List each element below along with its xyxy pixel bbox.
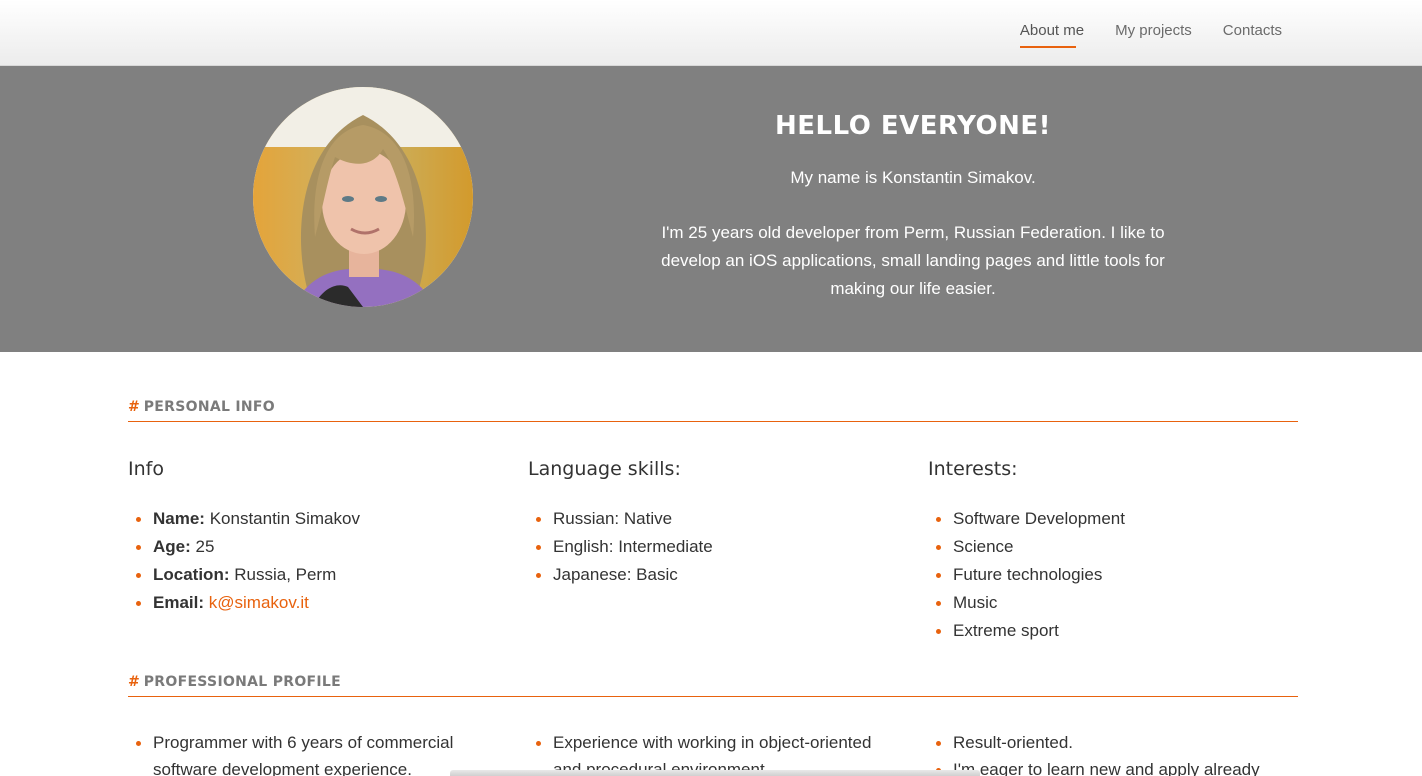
info-heading: Info	[128, 458, 164, 480]
list-item: Japanese: Basic	[528, 561, 898, 589]
list-item: Russian: Native	[528, 505, 898, 533]
profile-list-2: Experience with working in object-orient…	[528, 729, 898, 776]
section-title-personal-info: PERSONAL INFO	[143, 399, 275, 415]
name-label: Name:	[153, 509, 205, 528]
interests-list: Software Development Science Future tech…	[928, 505, 1298, 645]
profile-photo-image	[253, 87, 473, 307]
hash-icon: #	[128, 674, 140, 690]
list-item: Future technologies	[928, 561, 1298, 589]
nav-about-me[interactable]: About me	[1019, 22, 1084, 48]
language-skills-heading: Language skills:	[528, 458, 681, 480]
age-label: Age:	[153, 537, 191, 556]
list-item: Software Development	[928, 505, 1298, 533]
nav-contacts[interactable]: Contacts	[1223, 22, 1282, 48]
name-value: Konstantin Simakov	[209, 509, 360, 528]
top-nav: About me My projects Contacts	[0, 0, 1422, 66]
info-column: Info Name: Konstantin Simakov Age: 25 Lo…	[128, 457, 498, 617]
list-item: Name: Konstantin Simakov	[128, 505, 498, 533]
nav-my-projects[interactable]: My projects	[1115, 22, 1192, 48]
list-item: Extreme sport	[928, 617, 1298, 645]
profile-list-3: Result-oriented. I'm eager to learn new …	[928, 729, 1298, 776]
location-value: Russia, Perm	[234, 565, 337, 584]
bottom-overlay-bar	[450, 770, 980, 776]
hero-bio: I'm 25 years old developer from Perm, Ru…	[661, 223, 1165, 298]
list-item: Location: Russia, Perm	[128, 561, 498, 589]
profile-column-3: Result-oriented. I'm eager to learn new …	[928, 729, 1298, 776]
list-item: Music	[928, 589, 1298, 617]
email-link[interactable]: k@simakov.it	[209, 593, 309, 612]
interests-column: Interests: Software Development Science …	[928, 457, 1298, 645]
personal-info-header: # PERSONAL INFO	[128, 398, 1298, 422]
nav-links: About me My projects Contacts	[1019, 22, 1282, 48]
hero-intro: My name is Konstantin Simakov.	[790, 168, 1036, 187]
email-label: Email:	[153, 593, 205, 612]
list-item: English: Intermediate	[528, 533, 898, 561]
profile-column-2: Experience with working in object-orient…	[528, 729, 898, 776]
list-item: I'm eager to learn new and apply already	[928, 756, 1298, 776]
age-value: 25	[195, 537, 215, 556]
list-item: Email: k@simakov.it	[128, 589, 498, 617]
list-item: Science	[928, 533, 1298, 561]
hash-icon: #	[128, 399, 140, 415]
list-item: Result-oriented.	[928, 729, 1298, 756]
section-title-professional-profile: PROFESSIONAL PROFILE	[143, 674, 341, 690]
location-label: Location:	[153, 565, 230, 584]
list-item: Age: 25	[128, 533, 498, 561]
hero-banner: HELLO EVERYONE! My name is Konstantin Si…	[0, 66, 1422, 352]
info-list: Name: Konstantin Simakov Age: 25 Locatio…	[128, 505, 498, 617]
profile-column-1: Programmer with 6 years of commercial so…	[128, 729, 488, 776]
professional-profile-header: # PROFESSIONAL PROFILE	[128, 673, 1298, 697]
hero-title: HELLO EVERYONE!	[774, 111, 1051, 141]
interests-heading: Interests:	[928, 458, 1018, 480]
list-item: Programmer with 6 years of commercial so…	[128, 729, 488, 776]
language-list: Russian: Native English: Intermediate Ja…	[528, 505, 898, 589]
hero-text: HELLO EVERYONE! My name is Konstantin Si…	[640, 106, 1186, 303]
language-skills-column: Language skills: Russian: Native English…	[528, 457, 898, 589]
profile-list-1: Programmer with 6 years of commercial so…	[128, 729, 488, 776]
profile-photo	[253, 87, 473, 307]
list-item: Experience with working in object-orient…	[528, 729, 898, 776]
